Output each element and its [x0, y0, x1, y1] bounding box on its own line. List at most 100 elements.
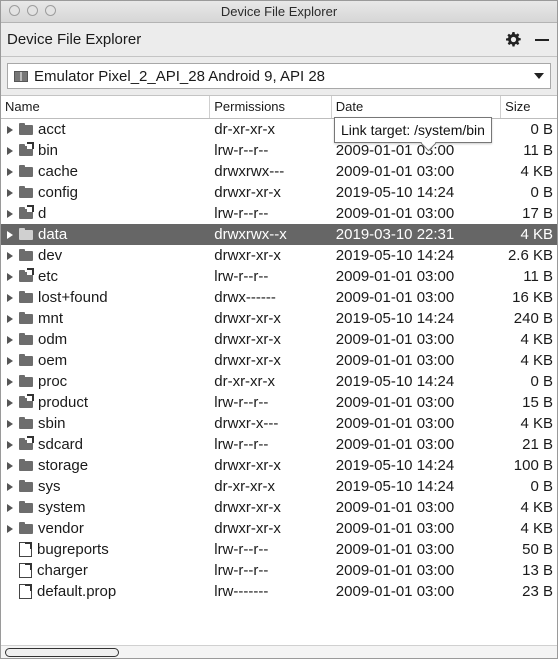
expand-arrow-icon[interactable]: [7, 503, 13, 512]
name-cell: storage: [1, 457, 210, 474]
file-date: 2009-01-01 03:00: [335, 205, 455, 222]
window-title: Device File Explorer: [220, 4, 338, 19]
table-row[interactable]: lost+found drwx------ 2009-01-01 03:00 16 K…: [1, 287, 557, 308]
table-row[interactable]: data drwxrwx--x 2019-03-10 22:31 4 KB: [1, 224, 557, 245]
expand-arrow-icon[interactable]: [7, 377, 13, 386]
table-row[interactable]: product lrw-r--r-- 2009-01-01 03:00 15 B: [1, 392, 557, 413]
file-permissions: drwxr-xr-x: [214, 331, 281, 348]
expand-arrow-icon[interactable]: [7, 230, 13, 239]
table-row[interactable]: vendor drwxr-xr-x 2009-01-01 03:00 4 KB: [1, 518, 557, 539]
file-permissions: dr-xr-xr-x: [214, 373, 276, 390]
file-name: cache: [38, 163, 79, 180]
file-size: 0 B: [530, 373, 553, 390]
expand-arrow-icon[interactable]: [7, 461, 13, 470]
symlink-folder-icon: [19, 436, 34, 450]
file-size: 4 KB: [520, 163, 553, 180]
table-row[interactable]: sys dr-xr-xr-x 2019-05-10 14:24 0 B: [1, 476, 557, 497]
table-row[interactable]: dev drwxr-xr-x 2019-05-10 14:24 2.6 KB: [1, 245, 557, 266]
expand-arrow-icon[interactable]: [7, 482, 13, 491]
expand-arrow-icon[interactable]: [7, 272, 13, 281]
name-cell: d: [1, 205, 210, 222]
expand-arrow-icon[interactable]: [7, 524, 13, 533]
expand-arrow-icon[interactable]: [7, 209, 13, 218]
file-size: 4 KB: [520, 331, 553, 348]
table-row[interactable]: sdcard lrw-r--r-- 2009-01-01 03:00 21 B: [1, 434, 557, 455]
folder-icon: [19, 458, 33, 471]
table-row[interactable]: mnt drwxr-xr-x 2019-05-10 14:24 240 B: [1, 308, 557, 329]
column-header-permissions[interactable]: Permissions: [210, 96, 332, 118]
table-body: acct dr-xr-xr-x 0 B bin lrw-r--r-- 2009-01-01…: [1, 119, 557, 602]
device-dropdown[interactable]: Emulator Pixel_2_API_28 Android 9, API 2…: [7, 63, 551, 89]
table-row[interactable]: odm drwxr-xr-x 2009-01-01 03:00 4 KB: [1, 329, 557, 350]
horizontal-scrollbar[interactable]: [1, 645, 557, 658]
expand-arrow-icon[interactable]: [7, 293, 13, 302]
expand-arrow-icon[interactable]: [7, 419, 13, 428]
expand-arrow-icon[interactable]: [7, 398, 13, 407]
device-selector-bar: Emulator Pixel_2_API_28 Android 9, API 2…: [1, 57, 557, 95]
table-row[interactable]: storage drwxr-xr-x 2019-05-10 14:24 100 B: [1, 455, 557, 476]
scrollbar-thumb[interactable]: [5, 648, 119, 657]
file-permissions: lrw-r--r--: [214, 268, 269, 285]
file-name: proc: [38, 373, 68, 390]
file-date: 2019-05-10 14:24: [335, 373, 455, 390]
file-date: 2009-01-01 03:00: [335, 436, 455, 453]
expand-arrow-icon[interactable]: [7, 188, 13, 197]
table-row[interactable]: d lrw-r--r-- 2009-01-01 03:00 17 B: [1, 203, 557, 224]
table-row[interactable]: bugreports lrw-r--r-- 2009-01-01 03:00 50 B: [1, 539, 557, 560]
name-cell: config: [1, 184, 210, 201]
expand-arrow-icon[interactable]: [7, 440, 13, 449]
table-row[interactable]: bin lrw-r--r-- 2009-01-01 03:00 11 B: [1, 140, 557, 161]
folder-icon: [19, 227, 33, 240]
table-row[interactable]: config drwxr-xr-x 2019-05-10 14:24 0 B: [1, 182, 557, 203]
table-row[interactable]: oem drwxr-xr-x 2009-01-01 03:00 4 KB: [1, 350, 557, 371]
emulator-device-icon: [14, 70, 28, 82]
file-permissions: lrw-r--r--: [214, 142, 269, 159]
file-permissions: lrw-r--r--: [214, 205, 269, 222]
column-header-date[interactable]: Date: [332, 96, 502, 118]
file-date: 2009-01-01 03:00: [335, 583, 455, 600]
file-date: 2009-01-01 03:00: [335, 415, 455, 432]
file-date: 2009-01-01 03:00: [335, 163, 455, 180]
file-size: 16 KB: [512, 289, 553, 306]
column-header-name[interactable]: Name: [1, 96, 211, 118]
expand-arrow-icon[interactable]: [7, 125, 13, 134]
file-permissions: dr-xr-xr-x: [214, 121, 276, 138]
file-size: 11 B: [523, 142, 553, 159]
name-cell: lost+found: [1, 289, 210, 306]
expand-arrow-icon[interactable]: [7, 146, 13, 155]
minimize-icon[interactable]: [535, 38, 549, 41]
file-permissions: drwxr-xr-x: [214, 499, 281, 516]
file-permissions: drwx------: [214, 289, 276, 306]
table-row[interactable]: system drwxr-xr-x 2009-01-01 03:00 4 KB: [1, 497, 557, 518]
expand-arrow-icon[interactable]: [7, 314, 13, 323]
expand-arrow-icon[interactable]: [7, 251, 13, 260]
table-row[interactable]: cache drwxrwx--- 2009-01-01 03:00 4 KB: [1, 161, 557, 182]
file-size: 11 B: [523, 268, 553, 285]
expand-arrow-icon[interactable]: [7, 356, 13, 365]
file-name: lost+found: [38, 289, 108, 306]
column-header-size[interactable]: Size: [501, 96, 557, 118]
name-cell: default.prop: [1, 583, 210, 600]
minimize-window-button[interactable]: [27, 5, 38, 16]
table-row[interactable]: proc dr-xr-xr-x 2019-05-10 14:24 0 B: [1, 371, 557, 392]
close-window-button[interactable]: [9, 5, 20, 16]
file-name: etc: [38, 268, 59, 285]
file-name: sbin: [38, 415, 66, 432]
file-date: 2009-01-01 03:00: [335, 142, 455, 159]
file-permissions: drwxrwx--x: [214, 226, 287, 243]
file-name: vendor: [38, 520, 84, 537]
file-size: 4 KB: [520, 520, 553, 537]
table-row[interactable]: charger lrw-r--r-- 2009-01-01 03:00 13 B: [1, 560, 557, 581]
gear-icon[interactable]: [505, 32, 521, 48]
folder-icon: [19, 290, 33, 303]
folder-icon: [19, 185, 33, 198]
file-size: 100 B: [513, 457, 553, 474]
table-row[interactable]: sbin drwxr-x--- 2009-01-01 03:00 4 KB: [1, 413, 557, 434]
zoom-window-button[interactable]: [45, 5, 56, 16]
file-permissions: drwxr-xr-x: [214, 184, 281, 201]
expand-arrow-icon[interactable]: [7, 335, 13, 344]
file-date: 2009-01-01 03:00: [335, 520, 455, 537]
table-row[interactable]: etc lrw-r--r-- 2009-01-01 03:00 11 B: [1, 266, 557, 287]
table-row[interactable]: default.prop lrw------- 2009-01-01 03:00 23…: [1, 581, 557, 602]
expand-arrow-icon[interactable]: [7, 167, 13, 176]
